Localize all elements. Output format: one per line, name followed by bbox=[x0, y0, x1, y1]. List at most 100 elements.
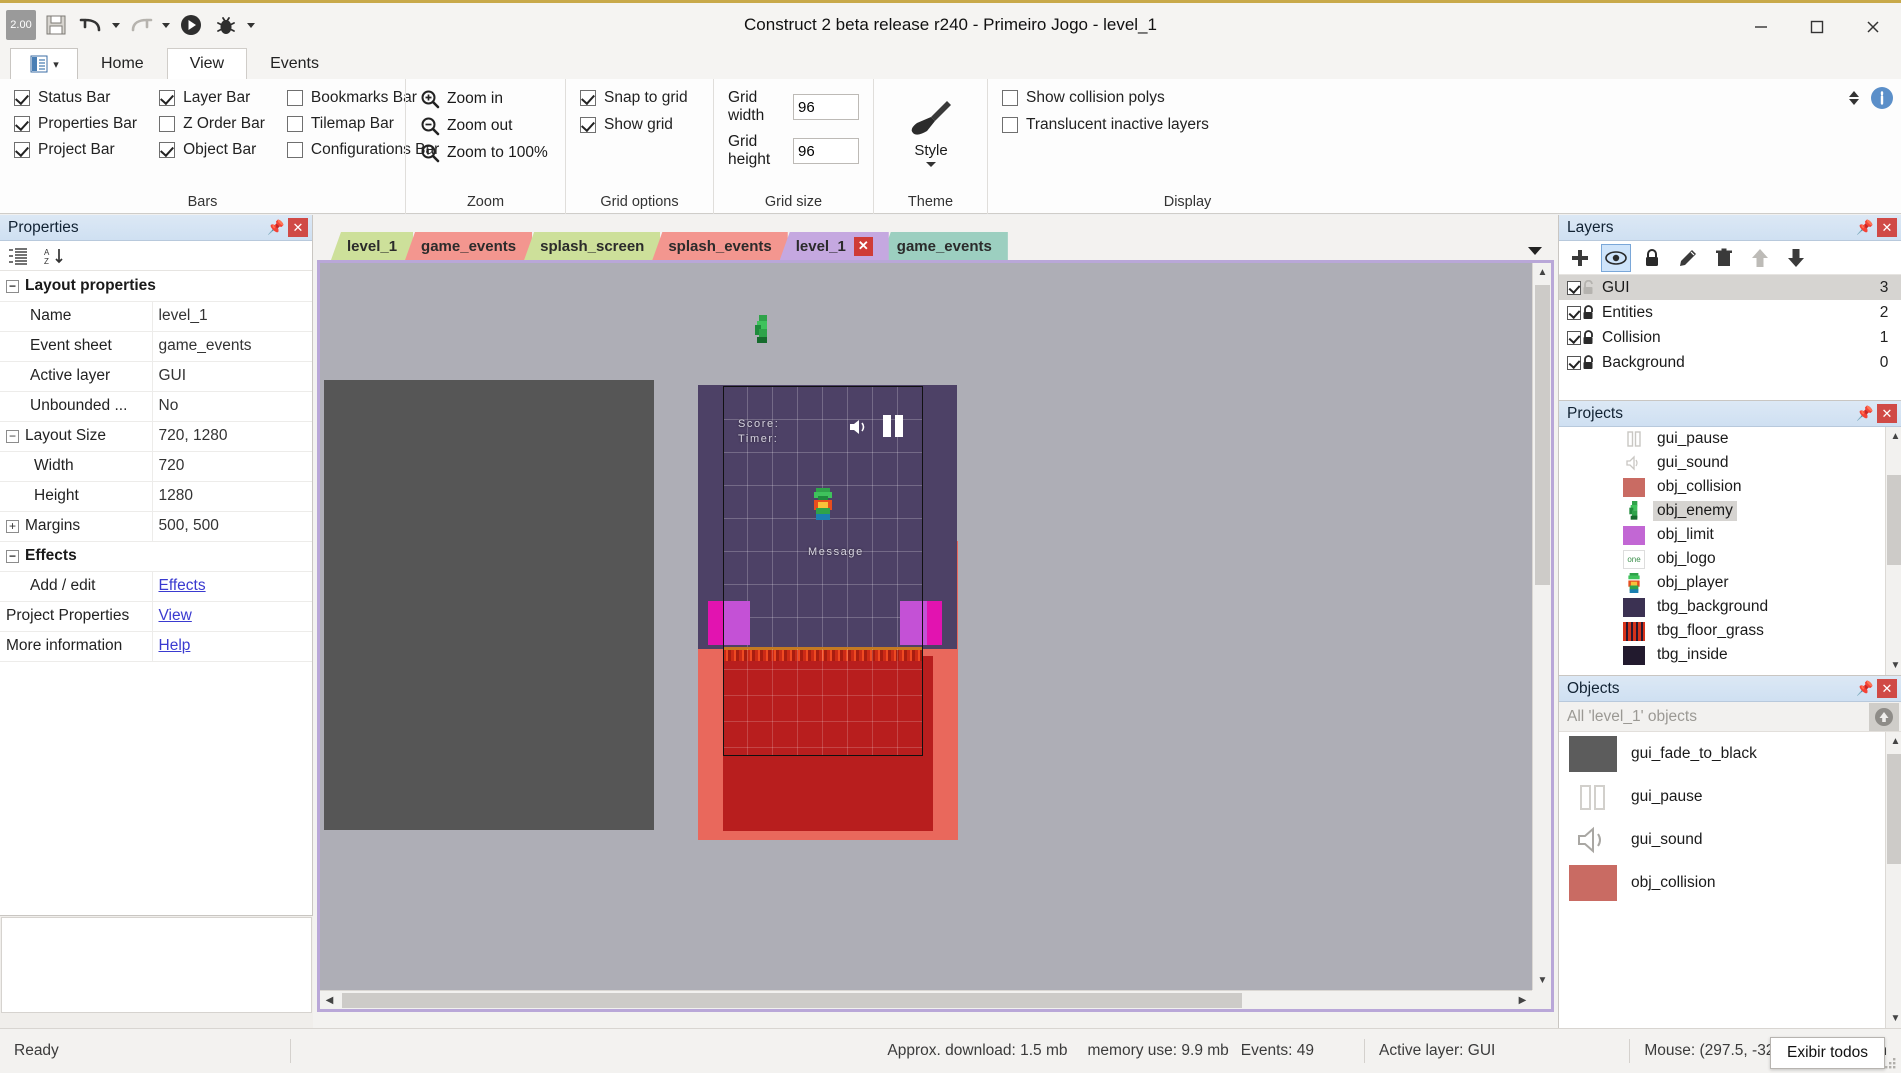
zoom-to-100-button[interactable]: Zoom to 100% bbox=[420, 143, 551, 163]
go-up-icon[interactable] bbox=[1869, 702, 1899, 731]
layout-tab-splash-screen[interactable]: splash_screen bbox=[524, 232, 661, 260]
property-row-add-edit-effects[interactable]: Add / edit Effects bbox=[0, 571, 312, 602]
debug-dropdown-caret[interactable] bbox=[246, 10, 256, 40]
close-icon[interactable]: ✕ bbox=[288, 218, 308, 237]
project-item-obj-limit[interactable]: obj_limit bbox=[1623, 523, 1885, 547]
property-value-active-layer[interactable]: GUI bbox=[151, 361, 312, 392]
style-button[interactable]: Style bbox=[888, 89, 974, 167]
translucent-inactive-layers-checkbox[interactable] bbox=[1002, 117, 1018, 133]
close-icon[interactable]: ✕ bbox=[853, 236, 873, 256]
layout-tab-game-events-b[interactable]: game_events bbox=[880, 232, 1008, 260]
horizontal-scroll-thumb[interactable] bbox=[342, 993, 1242, 1008]
application-menu-button[interactable]: ▾ bbox=[10, 48, 78, 79]
project-item-gui-pause[interactable]: gui_pause bbox=[1623, 427, 1885, 451]
help-link[interactable]: Help bbox=[159, 637, 191, 654]
properties-bar-checkbox[interactable] bbox=[14, 116, 30, 132]
debug-icon[interactable] bbox=[211, 10, 241, 40]
ribbon-collapse-spinner[interactable] bbox=[1849, 91, 1859, 105]
status-bar-checkbox[interactable] bbox=[14, 90, 30, 106]
scroll-up-icon[interactable]: ▲ bbox=[1886, 427, 1901, 446]
collapse-icon[interactable]: − bbox=[6, 430, 19, 443]
property-value-unbounded[interactable]: No bbox=[151, 391, 312, 422]
delete-trash-icon[interactable] bbox=[1709, 244, 1739, 272]
redo-icon[interactable] bbox=[126, 10, 156, 40]
obj-enemy-instance[interactable] bbox=[753, 315, 771, 345]
tab-home[interactable]: Home bbox=[78, 48, 167, 79]
object-bar-checkbox[interactable] bbox=[159, 142, 176, 158]
project-item-tbg-inside[interactable]: tbg_inside bbox=[1623, 643, 1885, 667]
object-item-gui-sound[interactable]: gui_sound bbox=[1559, 818, 1885, 861]
layer-visible-checkbox[interactable] bbox=[1567, 355, 1581, 370]
layout-tab-level-1-active[interactable]: level_1 ✕ bbox=[779, 232, 889, 260]
show-collision-polys-checkbox[interactable] bbox=[1002, 90, 1018, 106]
scroll-down-icon[interactable]: ▼ bbox=[1886, 656, 1901, 675]
properties-group-layout[interactable]: − Layout properties bbox=[0, 271, 312, 302]
categorized-view-icon[interactable] bbox=[8, 247, 28, 265]
layer-row-entities[interactable]: Entities 2 bbox=[1559, 300, 1901, 325]
checkbox-translucent-inactive-layers[interactable]: Translucent inactive layers bbox=[1002, 116, 1373, 134]
checkbox-status-bar[interactable]: Status Bar bbox=[14, 89, 137, 107]
layer-row-gui[interactable]: GUI 3 bbox=[1559, 275, 1901, 300]
object-item-gui-pause[interactable]: gui_pause bbox=[1559, 775, 1885, 818]
close-icon[interactable]: ✕ bbox=[1877, 404, 1897, 423]
z-order-bar-checkbox[interactable] bbox=[159, 116, 176, 132]
maximize-button[interactable] bbox=[1789, 3, 1845, 50]
property-row-event-sheet[interactable]: Event sheet game_events bbox=[0, 331, 312, 362]
checkbox-show-grid[interactable]: Show grid bbox=[580, 116, 699, 134]
pin-icon[interactable]: 📌 bbox=[1856, 405, 1874, 422]
resize-grip-icon[interactable] bbox=[1883, 1056, 1897, 1070]
grid-width-input[interactable] bbox=[793, 94, 859, 120]
project-item-tbg-background[interactable]: tbg_background bbox=[1623, 595, 1885, 619]
projects-scroll-thumb[interactable] bbox=[1887, 475, 1901, 565]
minimize-button[interactable] bbox=[1733, 3, 1789, 50]
run-icon[interactable] bbox=[176, 10, 206, 40]
project-item-obj-logo[interactable]: one obj_logo bbox=[1623, 547, 1885, 571]
objects-scroll-thumb[interactable] bbox=[1887, 754, 1901, 864]
grid-height-input[interactable] bbox=[793, 138, 859, 164]
show-grid-checkbox[interactable] bbox=[580, 117, 596, 133]
scroll-right-icon[interactable]: ▶ bbox=[1513, 991, 1532, 1010]
objects-scrollbar[interactable]: ▲ ▼ bbox=[1885, 732, 1901, 1028]
lock-icon[interactable] bbox=[1581, 304, 1596, 321]
scroll-up-icon[interactable]: ▲ bbox=[1533, 263, 1552, 282]
layer-row-collision[interactable]: Collision 1 bbox=[1559, 325, 1901, 350]
checkbox-properties-bar[interactable]: Properties Bar bbox=[14, 115, 137, 133]
unlock-icon[interactable] bbox=[1581, 279, 1596, 296]
layout-tab-level-1-a[interactable]: level_1 bbox=[331, 232, 414, 260]
property-value-margins[interactable]: 500, 500 bbox=[151, 511, 312, 542]
collapse-icon[interactable]: − bbox=[6, 550, 19, 563]
layout-tab-game-events-a[interactable]: game_events bbox=[405, 232, 533, 260]
save-icon[interactable] bbox=[41, 10, 71, 40]
layout-tab-splash-events[interactable]: splash_events bbox=[652, 232, 788, 260]
chevron-down-icon[interactable] bbox=[1528, 247, 1542, 255]
scroll-left-icon[interactable]: ◀ bbox=[320, 991, 339, 1010]
property-value-layout-size[interactable]: 720, 1280 bbox=[151, 421, 312, 452]
vertical-scroll-thumb[interactable] bbox=[1535, 285, 1550, 585]
project-item-obj-enemy[interactable]: obj_enemy bbox=[1623, 499, 1885, 523]
property-row-project-properties[interactable]: Project Properties View bbox=[0, 601, 312, 632]
projects-tree[interactable]: gui_pause gui_sound obj_collision obj_en… bbox=[1559, 427, 1885, 675]
objects-filter-bar[interactable]: All 'level_1' objects bbox=[1559, 702, 1901, 732]
property-value-width[interactable]: 720 bbox=[151, 451, 312, 482]
layout-canvas[interactable]: Score: Timer: Message bbox=[320, 263, 1532, 990]
object-item-gui-fade-to-black[interactable]: gui_fade_to_black bbox=[1559, 732, 1885, 775]
pin-icon[interactable]: 📌 bbox=[267, 219, 285, 236]
projects-scrollbar[interactable]: ▲ ▼ bbox=[1885, 427, 1901, 675]
tilemap-bar-checkbox[interactable] bbox=[286, 116, 303, 132]
style-dropdown-caret[interactable] bbox=[926, 162, 936, 167]
object-item-obj-collision[interactable]: obj_collision bbox=[1559, 861, 1885, 904]
configurations-bar-checkbox[interactable] bbox=[286, 142, 303, 158]
lock-icon[interactable] bbox=[1581, 329, 1596, 346]
properties-group-effects[interactable]: − Effects bbox=[0, 541, 312, 572]
collapse-icon[interactable]: − bbox=[6, 279, 19, 293]
checkbox-snap-to-grid[interactable]: Snap to grid bbox=[580, 89, 699, 107]
alphabetical-sort-icon[interactable]: AZ bbox=[44, 247, 66, 265]
expand-icon[interactable]: + bbox=[6, 520, 19, 533]
bookmarks-bar-checkbox[interactable] bbox=[286, 90, 303, 106]
undo-dropdown-caret[interactable] bbox=[111, 10, 121, 40]
close-button[interactable] bbox=[1845, 3, 1901, 50]
scroll-down-icon[interactable]: ▼ bbox=[1533, 971, 1552, 990]
canvas-horizontal-scrollbar[interactable]: ◀ ▶ bbox=[320, 990, 1532, 1009]
property-row-layout-size[interactable]: − Layout Size 720, 1280 bbox=[0, 421, 312, 452]
property-row-width[interactable]: Width 720 bbox=[0, 451, 312, 482]
